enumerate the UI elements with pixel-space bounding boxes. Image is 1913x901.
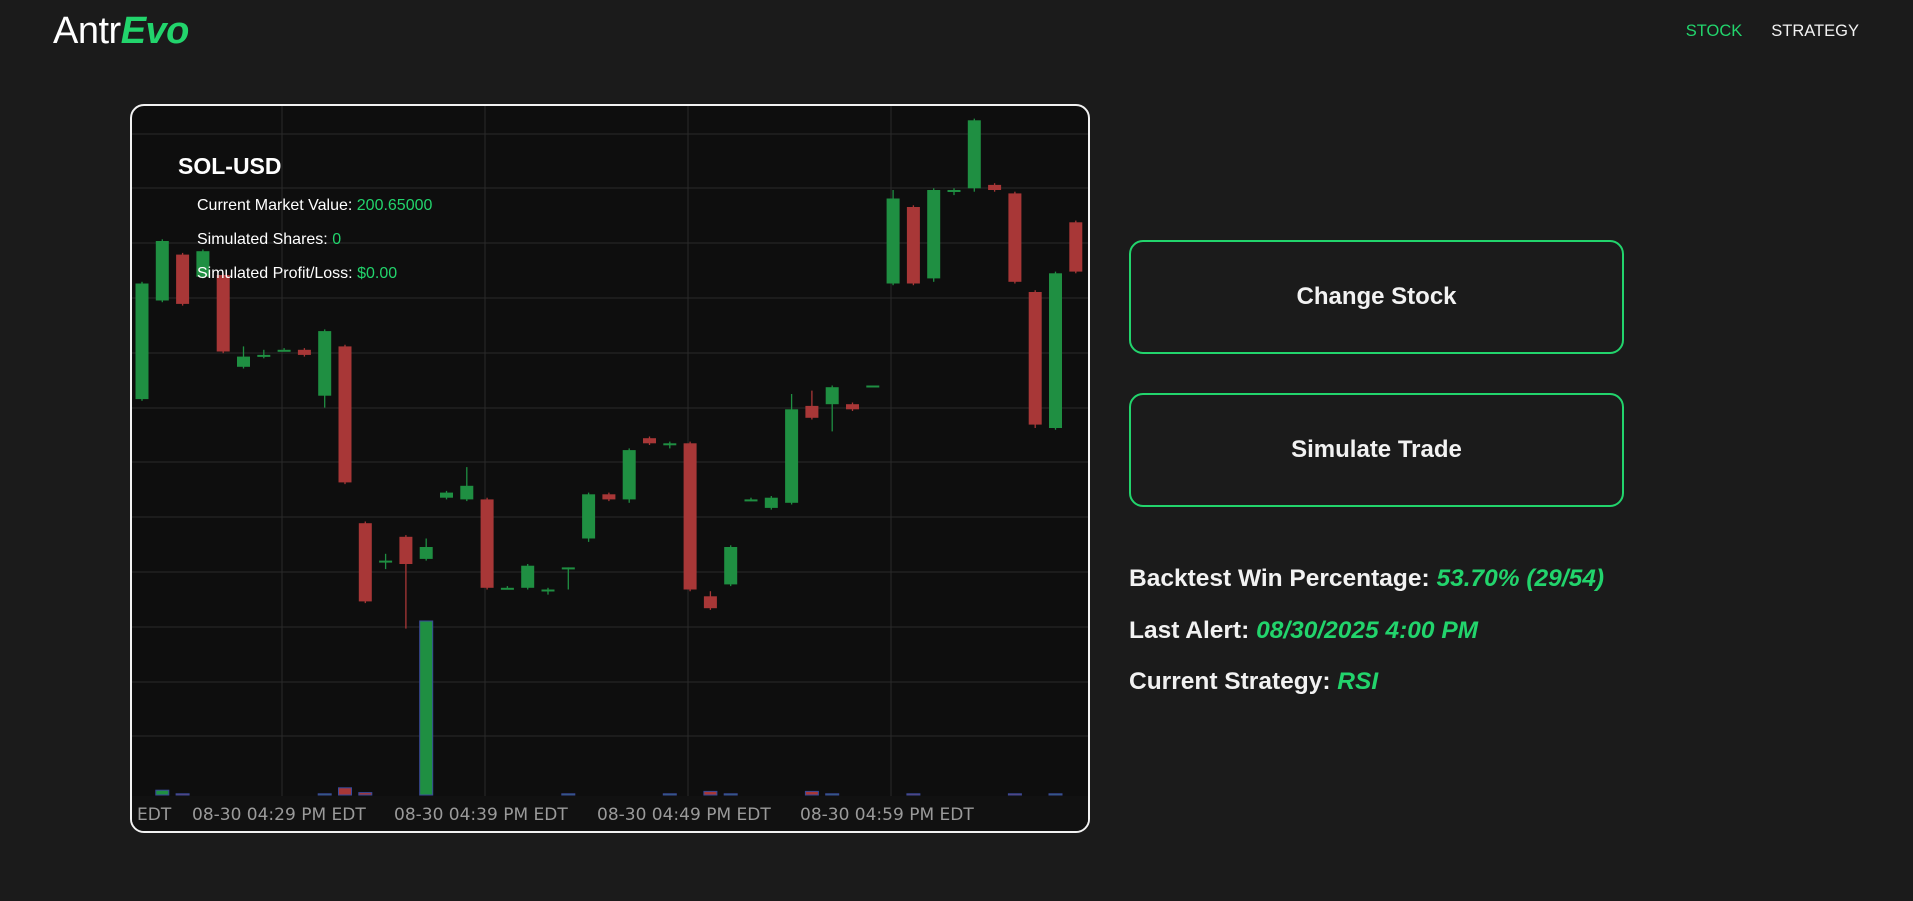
candle-body — [582, 494, 596, 539]
top-nav: STOCK STRATEGY — [1686, 22, 1859, 41]
x-tick-label: 08-30 04:29 PM EDT — [192, 805, 366, 825]
last-alert-value: 08/30/2025 4:00 PM — [1256, 617, 1479, 644]
change-stock-button[interactable]: Change Stock — [1129, 240, 1624, 354]
app-logo[interactable]: AntrEvo — [53, 10, 189, 53]
candle-body — [906, 207, 920, 284]
volume-bar — [662, 793, 677, 796]
x-tick-label: 08-30 04:49 PM EDT — [597, 805, 771, 825]
market-value-label: Current Market Value: — [197, 197, 357, 214]
simulated-shares: 0 — [332, 231, 342, 248]
candle-body — [155, 241, 169, 301]
candle-body — [500, 587, 514, 590]
volume-bar — [155, 789, 170, 796]
stock-chart-card[interactable]: SOL-USD Current Market Value: 200.65000 … — [130, 104, 1090, 833]
candle-body — [480, 499, 494, 588]
x-tick-label: EDT — [137, 805, 172, 825]
volume-bar — [561, 793, 576, 796]
volume-bar — [1048, 793, 1063, 796]
volume-bar — [358, 792, 373, 796]
candle-body — [764, 497, 778, 508]
simulated-shares-label: Simulated Shares: — [197, 231, 333, 248]
candle-body — [866, 385, 880, 388]
current-strategy-label: Current Strategy: — [1129, 668, 1338, 695]
profit-loss-line: Simulated Profit/Loss: $0.00 — [197, 265, 397, 283]
candle-body — [176, 254, 190, 304]
last-alert-label: Last Alert: — [1129, 617, 1257, 644]
time-axis[interactable]: EDT 08-30 04:29 PM EDT 08-30 04:39 PM ED… — [132, 796, 1088, 831]
volume-bar — [338, 787, 352, 796]
candle-body — [643, 438, 656, 444]
market-value: 200.65000 — [356, 197, 433, 214]
candle-body — [1049, 273, 1062, 428]
backtest-value: 53.70% (29/54) — [1436, 565, 1605, 592]
current-strategy-value: RSI — [1337, 668, 1379, 695]
candle-body — [825, 387, 839, 405]
candle-body — [683, 443, 697, 590]
candle-body — [318, 331, 332, 396]
candle-body — [744, 499, 758, 502]
volume-bar — [1007, 793, 1022, 796]
candle-body — [561, 567, 575, 570]
candle-body — [277, 349, 291, 352]
volume-bar — [317, 793, 332, 796]
candle-body — [927, 190, 941, 279]
x-tick-label: 08-30 04:39 PM EDT — [394, 805, 568, 825]
candle-body — [358, 523, 372, 602]
candle-body — [440, 492, 453, 498]
candle-body — [1028, 292, 1042, 425]
candle-body — [846, 404, 859, 410]
candle-body — [297, 349, 311, 355]
app-header: AntrEvo STOCK STRATEGY — [0, 0, 1913, 66]
logo-prefix: Antr — [53, 10, 121, 52]
candle-body — [785, 409, 799, 503]
candle-body — [257, 354, 271, 357]
backtest-label: Backtest Win Percentage: — [1129, 565, 1437, 592]
backtest-win-percentage: Backtest Win Percentage: 53.70% (29/54) — [1129, 565, 1604, 593]
candle-body — [541, 589, 555, 592]
volume-bar — [419, 620, 434, 796]
volume-bar — [906, 793, 921, 796]
candle-body — [237, 356, 250, 367]
candle-body — [399, 536, 413, 564]
profit-loss-label: Simulated Profit/Loss: — [197, 265, 358, 282]
candle-body — [886, 198, 900, 284]
candle-body — [805, 405, 819, 418]
simulated-shares-line: Simulated Shares: 0 — [197, 231, 341, 249]
candle-body — [1069, 222, 1083, 272]
current-strategy: Current Strategy: RSI — [1129, 668, 1378, 696]
candle-body — [622, 450, 636, 500]
candle-body — [724, 547, 738, 585]
volume-bar — [804, 790, 819, 796]
candle-body — [967, 120, 981, 189]
volume-bar — [703, 790, 718, 796]
logo-suffix: Evo — [120, 10, 190, 52]
stock-symbol: SOL-USD — [178, 153, 282, 179]
candle-body — [338, 346, 352, 483]
candle-body — [460, 485, 474, 500]
candle-body — [1008, 193, 1022, 282]
candle-body — [379, 560, 393, 563]
candle-body — [521, 565, 535, 588]
profit-loss: $0.00 — [357, 265, 398, 282]
volume-bar — [723, 793, 738, 796]
candle-body — [947, 190, 961, 192]
candle-body — [419, 547, 433, 559]
x-tick-label: 08-30 04:59 PM EDT — [800, 805, 974, 825]
candle-body — [703, 596, 717, 609]
candle-body — [663, 443, 677, 446]
candle-body — [602, 494, 616, 500]
market-value-line: Current Market Value: 200.65000 — [197, 197, 432, 215]
candle-body — [216, 275, 230, 352]
volume-bar — [825, 793, 840, 796]
nav-item-stock[interactable]: STOCK — [1686, 22, 1743, 41]
candle-body — [988, 184, 1002, 190]
candle-body — [135, 283, 149, 400]
last-alert: Last Alert: 08/30/2025 4:00 PM — [1129, 617, 1478, 645]
volume-bar — [175, 793, 190, 796]
simulate-trade-button[interactable]: Simulate Trade — [1129, 393, 1624, 507]
nav-item-strategy[interactable]: STRATEGY — [1771, 22, 1859, 41]
